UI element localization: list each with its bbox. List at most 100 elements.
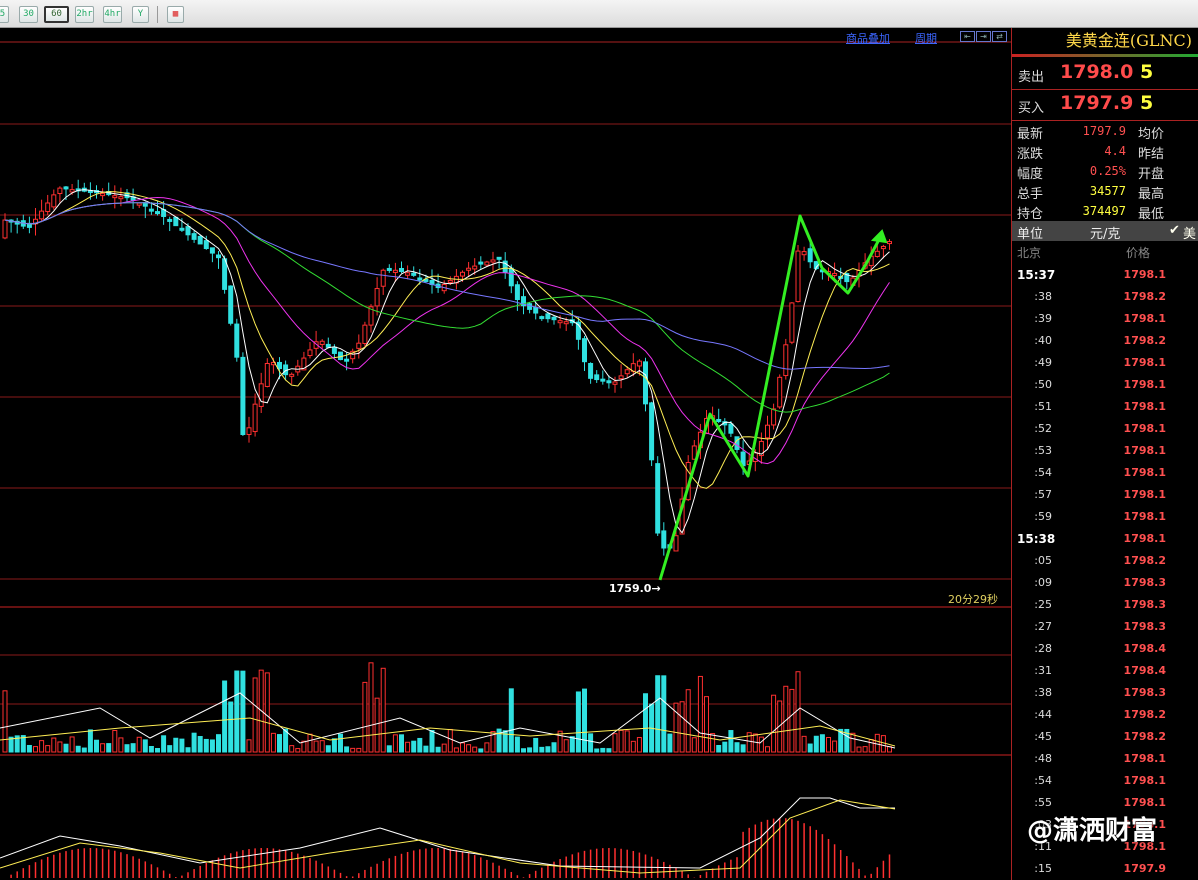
candle-body bbox=[173, 216, 179, 227]
candle-body bbox=[466, 267, 472, 271]
candle-body bbox=[136, 202, 142, 206]
volume-bar bbox=[344, 746, 350, 753]
volume-bar bbox=[691, 737, 697, 753]
volume-bar bbox=[277, 734, 282, 753]
volume-bar bbox=[197, 736, 203, 753]
volume-bar bbox=[429, 730, 435, 753]
volume-bar bbox=[801, 735, 807, 753]
period-30min-button[interactable]: 30 bbox=[19, 6, 38, 23]
candle-body bbox=[197, 235, 203, 245]
candle-body bbox=[533, 306, 539, 314]
tick-price: 1798.2 bbox=[1123, 334, 1166, 347]
period-year-button[interactable]: Y bbox=[132, 6, 149, 23]
volume-bar bbox=[51, 737, 57, 753]
candle-body bbox=[563, 321, 569, 325]
candle-body bbox=[789, 302, 795, 343]
volume-bar bbox=[661, 675, 667, 753]
volume-bar bbox=[795, 671, 801, 753]
candle-body bbox=[2, 219, 8, 239]
tick-price: 1798.1 bbox=[1123, 510, 1166, 523]
volume-bar bbox=[618, 729, 624, 753]
stat-key: 幅度 bbox=[1017, 167, 1044, 182]
volume-bar bbox=[826, 736, 831, 753]
overlay-commodity-link[interactable]: 商品叠加 bbox=[846, 30, 890, 46]
tick-time: :38 bbox=[1034, 686, 1052, 699]
candle-body bbox=[228, 285, 234, 324]
ticks-header: 北京 价格 bbox=[1012, 242, 1198, 260]
tick-price: 1798.2 bbox=[1123, 730, 1166, 743]
tick-row: :09 1798.3 bbox=[1012, 572, 1198, 594]
volume-bar bbox=[441, 743, 447, 753]
tick-row: :45 1798.2 bbox=[1012, 726, 1198, 748]
tick-row: :49 1798.1 bbox=[1012, 352, 1198, 374]
candle-body bbox=[69, 189, 75, 193]
volume-bar bbox=[39, 740, 45, 753]
nav-zoom-icon[interactable]: ⇄ bbox=[992, 31, 1007, 42]
candle-body bbox=[344, 358, 350, 362]
tick-row: :57 1798.1 bbox=[1012, 484, 1198, 506]
candle-body bbox=[649, 402, 655, 461]
period-4hr-button[interactable]: 4hr bbox=[103, 6, 122, 23]
tick-row: :25 1798.3 bbox=[1012, 594, 1198, 616]
volume-bar bbox=[630, 740, 636, 753]
period-5min-button[interactable]: 5 bbox=[0, 6, 9, 23]
nav-left-icon[interactable]: ⇤ bbox=[960, 31, 975, 42]
volume-bar bbox=[588, 733, 594, 753]
trend-arrow-head bbox=[870, 229, 888, 244]
candle-body bbox=[362, 324, 368, 344]
grid-icon[interactable]: ▦ bbox=[167, 6, 184, 23]
candle-body bbox=[356, 342, 362, 349]
candle-body bbox=[100, 193, 106, 197]
candle-body bbox=[777, 376, 783, 408]
candle-body bbox=[380, 269, 386, 287]
tick-time: :57 bbox=[1034, 488, 1052, 501]
period-60min-button[interactable]: 60 bbox=[44, 6, 69, 23]
stat-key2: 昨结 bbox=[1138, 147, 1165, 162]
candle-body bbox=[618, 375, 624, 380]
volume-bar bbox=[716, 744, 722, 753]
tick-row: :53 1798.1 bbox=[1012, 440, 1198, 462]
volume-bar bbox=[338, 733, 343, 753]
candle-body bbox=[880, 245, 886, 250]
chart-area[interactable]: 商品叠加 周期 ⇤ ⇥ ⇄ 1759.0→ 20分29秒 bbox=[0, 28, 1011, 880]
candle-body bbox=[39, 210, 45, 220]
tick-row: :59 1798.1 bbox=[1012, 506, 1198, 528]
candle-body bbox=[832, 272, 838, 276]
volume-bar bbox=[319, 740, 325, 753]
tick-row: :54 1798.1 bbox=[1012, 770, 1198, 792]
candle-body bbox=[716, 418, 722, 422]
volume-bar bbox=[26, 744, 32, 753]
tick-price: 1798.1 bbox=[1123, 444, 1166, 457]
volume-bar bbox=[94, 739, 99, 753]
ma10-line bbox=[4, 191, 890, 489]
volume-bar bbox=[148, 745, 154, 753]
candle-body bbox=[216, 254, 221, 259]
volume-bar bbox=[240, 670, 246, 753]
volume-bar bbox=[216, 734, 221, 753]
tick-row: :50 1798.1 bbox=[1012, 374, 1198, 396]
volume-bar bbox=[69, 736, 75, 753]
tick-time: :45 bbox=[1034, 730, 1052, 743]
volume-bar bbox=[478, 748, 484, 753]
volume-bar bbox=[2, 690, 8, 753]
volume-bar bbox=[704, 696, 709, 753]
low-price-label: 1759.0→ bbox=[609, 582, 661, 595]
volume-bar bbox=[710, 733, 716, 753]
chart-canvas[interactable] bbox=[0, 28, 1011, 880]
candle-body bbox=[661, 530, 667, 549]
period-2hr-button[interactable]: 2hr bbox=[75, 6, 94, 23]
volume-bar bbox=[289, 745, 295, 753]
nav-right-icon[interactable]: ⇥ bbox=[976, 31, 991, 42]
volume-bar bbox=[514, 736, 520, 753]
volume-bar bbox=[868, 739, 874, 753]
stat-value: 34577 bbox=[1089, 184, 1126, 198]
tick-time: :27 bbox=[1034, 620, 1052, 633]
volume-bar bbox=[813, 735, 819, 753]
volume-bar bbox=[472, 746, 478, 753]
check-icon[interactable]: ✔ bbox=[1169, 223, 1180, 238]
candle-body bbox=[63, 186, 69, 190]
period-link[interactable]: 周期 bbox=[915, 30, 937, 46]
volume-bar bbox=[130, 743, 136, 753]
tick-time: :31 bbox=[1034, 664, 1052, 677]
candle-body bbox=[234, 323, 240, 358]
